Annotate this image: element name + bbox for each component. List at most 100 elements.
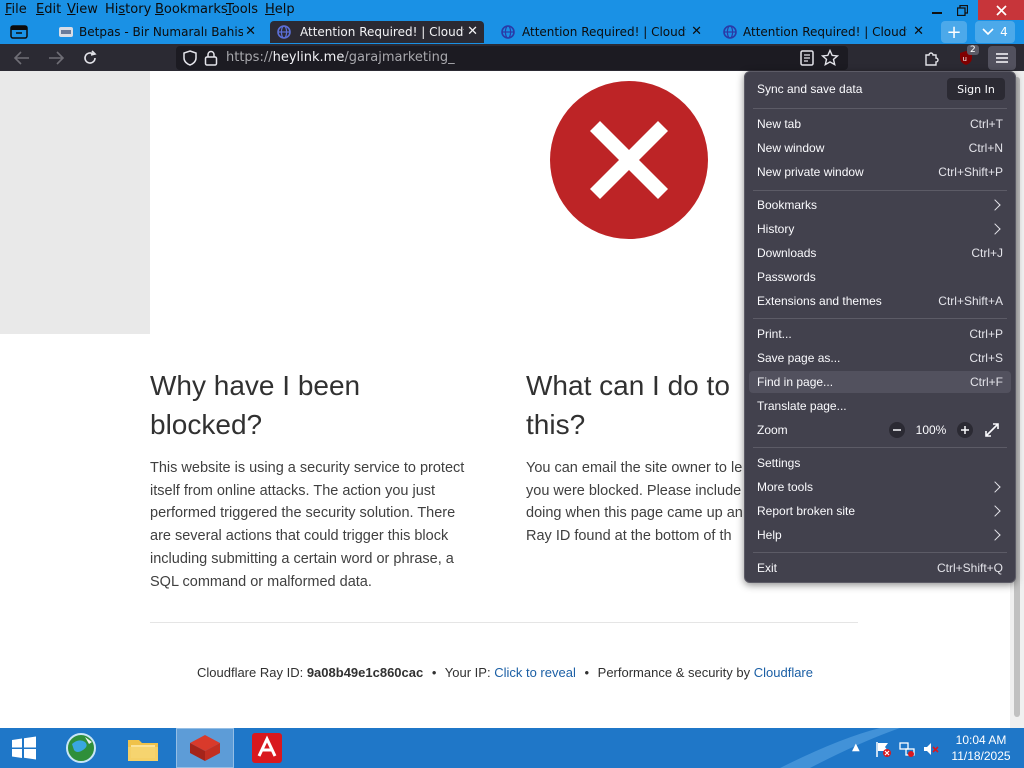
menu-item-save-page-as[interactable]: Save page as...: [757, 351, 840, 365]
reload-button[interactable]: [79, 47, 101, 69]
menu-item-new-window[interactable]: New window: [757, 141, 824, 155]
taskbar-avira[interactable]: [238, 728, 296, 768]
extensions-button[interactable]: [920, 47, 942, 69]
menu-item-zoom: Zoom: [757, 423, 788, 437]
menu-item-history[interactable]: History: [757, 222, 794, 236]
shortcut-print: Ctrl+P: [969, 327, 1003, 341]
menu-item-find-in-page[interactable]: Find in page...: [757, 375, 833, 389]
open-application-menu-button[interactable]: [988, 46, 1016, 70]
volume-muted-icon[interactable]: [922, 740, 940, 758]
tab-betpas[interactable]: Betpas - Bir Numaralı Bahis Plat ✕: [52, 21, 262, 43]
title-bar: File Edit View History Bookmarks Tools H…: [0, 0, 1024, 20]
tab-attention-required-2[interactable]: Attention Required! | Cloudflare ✕: [494, 21, 708, 43]
shortcut-new-tab: Ctrl+T: [970, 117, 1003, 131]
forward-arrow-icon: [49, 51, 64, 65]
url-bar[interactable]: https://heylink.me/garajmarketing_: [176, 46, 848, 70]
betpas-favicon: [59, 27, 73, 37]
menu-item-new-tab[interactable]: New tab: [757, 117, 801, 131]
restore-button[interactable]: [948, 0, 976, 20]
menu-file[interactable]: File: [5, 2, 27, 17]
tab-attention-required-3[interactable]: Attention Required! | Cloudflare ✕: [716, 21, 930, 43]
menu-edit[interactable]: Edit: [36, 2, 61, 17]
new-tab-button[interactable]: +: [941, 21, 967, 43]
menu-item-help[interactable]: Help: [757, 528, 782, 542]
fullscreen-arrows-icon: [985, 423, 999, 437]
menu-item-exit[interactable]: Exit: [757, 561, 777, 575]
show-hidden-icons-button[interactable]: ▲: [852, 742, 860, 753]
why-blocked-body: This website is using a security service…: [150, 460, 465, 590]
bookmark-star-icon[interactable]: [821, 49, 839, 67]
chevron-down-icon: [982, 28, 994, 36]
menu-history[interactable]: History: [105, 2, 151, 17]
plus-icon: [961, 426, 969, 434]
taskbar-globe-app[interactable]: [52, 728, 110, 768]
performance-label: Performance & security by: [597, 665, 751, 680]
windows-logo-icon: [12, 736, 36, 760]
forward-button[interactable]: [45, 47, 67, 69]
puzzle-piece-icon: [925, 52, 939, 66]
tab-close-icon[interactable]: ✕: [691, 24, 702, 39]
windows-taskbar: ▲ 10:04 AM 11/18/2025: [0, 728, 1024, 768]
taskbar-app-red-box[interactable]: [176, 728, 234, 768]
lock-icon[interactable]: [204, 50, 218, 66]
fullscreen-button[interactable]: [983, 421, 1001, 439]
menu-item-report-broken-site[interactable]: Report broken site: [757, 504, 855, 518]
menu-tools[interactable]: Tools: [226, 2, 258, 17]
cloudflare-footer: Cloudflare Ray ID: 9a08b49e1c860cac • Yo…: [0, 665, 1010, 680]
zoom-out-button[interactable]: [889, 422, 905, 438]
menu-item-extensions-and-themes[interactable]: Extensions and themes: [757, 294, 882, 308]
tab-title: Betpas - Bir Numaralı Bahis Plat: [79, 25, 243, 39]
red-box-app-icon: [190, 735, 220, 761]
minimize-icon: [932, 12, 942, 14]
chevron-right-icon: [989, 199, 1001, 211]
shortcut-find-in-page: Ctrl+F: [970, 375, 1003, 389]
ublock-count-badge: 2: [967, 45, 979, 55]
menu-item-translate-page[interactable]: Translate page...: [757, 399, 847, 413]
zoom-in-button[interactable]: [957, 422, 973, 438]
chevron-right-icon: [989, 223, 1001, 235]
chevron-right-icon: [989, 529, 1001, 541]
why-blocked-heading: Why have I been blocked?: [150, 370, 361, 440]
tab-attention-required-active[interactable]: Attention Required! | Cloudflare ✕: [270, 21, 484, 43]
menu-item-downloads[interactable]: Downloads: [757, 246, 816, 260]
tab-close-icon[interactable]: ✕: [467, 24, 478, 39]
reader-view-icon[interactable]: [800, 50, 814, 66]
tab-close-icon[interactable]: ✕: [913, 24, 924, 39]
footer-bullet: •: [431, 665, 437, 680]
sign-in-button[interactable]: Sign In: [947, 78, 1005, 100]
firefox-view-button[interactable]: [8, 23, 30, 41]
zoom-level[interactable]: 100%: [911, 423, 951, 437]
svg-text:u: u: [963, 55, 967, 63]
shield-icon[interactable]: [182, 50, 198, 66]
reload-icon: [84, 50, 97, 64]
start-button[interactable]: [0, 728, 48, 768]
ray-id-value: 9a08b49e1c860cac: [306, 665, 424, 680]
menu-item-settings[interactable]: Settings: [757, 456, 800, 470]
action-center-flag-icon[interactable]: [874, 740, 892, 758]
menu-item-passwords[interactable]: Passwords: [757, 270, 816, 284]
network-icon[interactable]: [898, 740, 916, 758]
tab-close-icon[interactable]: ✕: [245, 24, 256, 39]
reveal-ip-link[interactable]: Click to reveal: [494, 665, 576, 680]
menu-item-print[interactable]: Print...: [757, 327, 792, 341]
url-text[interactable]: https://heylink.me/garajmarketing_: [226, 50, 455, 65]
taskbar-file-explorer[interactable]: [114, 728, 172, 768]
menu-item-more-tools[interactable]: More tools: [757, 480, 813, 494]
shortcut-new-private-window: Ctrl+Shift+P: [938, 165, 1003, 179]
menu-help[interactable]: Help: [265, 2, 295, 17]
tab-title: Attention Required! | Cloudflare: [743, 25, 907, 39]
close-icon: [995, 4, 1007, 16]
menu-view[interactable]: View: [67, 2, 98, 17]
menu-item-new-private-window[interactable]: New private window: [757, 165, 864, 179]
folder-icon: [128, 740, 158, 761]
close-window-button[interactable]: [978, 0, 1024, 20]
cloudflare-link[interactable]: Cloudflare: [754, 665, 813, 680]
clock-date: 11/18/2025: [951, 749, 1011, 763]
menu-item-bookmarks[interactable]: Bookmarks: [757, 198, 817, 212]
list-all-tabs-button[interactable]: 4: [975, 21, 1015, 43]
ublock-origin-button[interactable]: u 2: [955, 45, 979, 69]
taskbar-clock[interactable]: 10:04 AM 11/18/2025: [946, 732, 1016, 764]
back-button[interactable]: [11, 47, 33, 69]
menu-bookmarks[interactable]: Bookmarks: [155, 2, 228, 17]
menu-separator: [753, 552, 1007, 553]
